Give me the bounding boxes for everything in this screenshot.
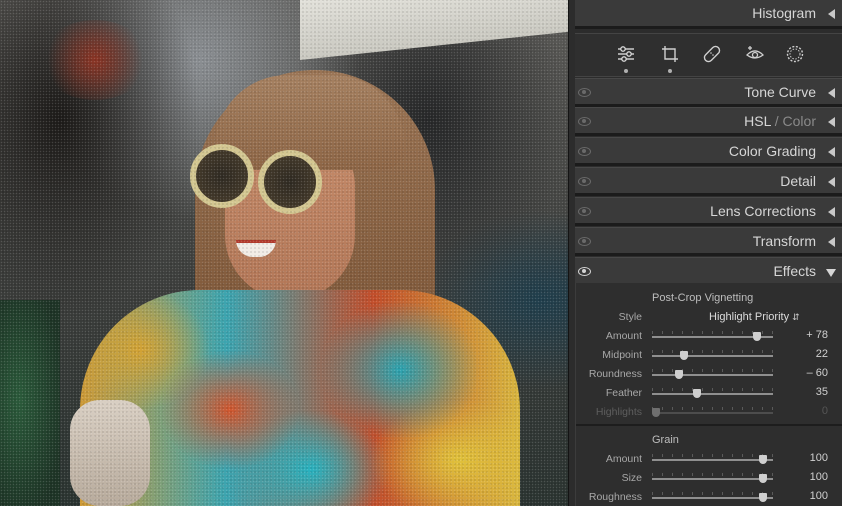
collapse-triangle-icon[interactable] [828,88,835,98]
vignette-feather-value[interactable]: 35 [788,386,828,398]
vignette-midpoint-label: Midpoint [602,349,642,361]
vignette-roundness-label: Roundness [588,368,642,380]
collapse-triangle-icon[interactable] [828,237,835,247]
grain-amount-value[interactable]: 100 [788,452,828,464]
vignette-highlights-ticks [652,407,773,410]
active-dot [668,69,672,73]
photo-preview[interactable] [0,0,568,506]
sliders-icon[interactable] [616,44,636,73]
vignette-midpoint-slider-thumb[interactable] [680,351,689,360]
panel-header-hsl-color[interactable]: HSL / Color [575,107,842,133]
grain-size-ticks [652,473,773,476]
divider [575,26,842,29]
active-dot [624,69,628,73]
panel-title-detail: Detail [780,173,816,189]
vignette-roundness-slider[interactable] [652,374,773,376]
vignette-feather-ticks [652,388,773,391]
grain-amount-slider-thumb[interactable] [759,455,768,464]
hsl-label[interactable]: HSL [744,113,771,129]
vignette-roundness-value[interactable]: – 60 [788,367,828,379]
vignette-roundness-ticks [652,369,773,372]
photo-grain-overlay [0,0,568,506]
vignette-style-select[interactable]: Highlight Priority ⇵ [709,311,800,323]
grain-roughness-label: Roughness [588,491,642,503]
vignette-highlights-label: Highlights [595,406,642,418]
panel-title-transform: Transform [752,233,816,249]
style-label: Style [618,311,642,323]
grain-roughness-ticks [652,492,773,495]
grain-size-label: Size [621,472,642,484]
panel-header-transform[interactable]: Transform [575,227,842,253]
masking-icon[interactable] [785,44,805,64]
panel-header-tone-curve[interactable]: Tone Curve [575,78,842,104]
vignette-highlights-slider-thumb[interactable] [652,408,660,417]
vignette-highlights-slider[interactable] [652,412,773,414]
vignette-highlights-value[interactable]: 0 [788,405,828,417]
healing-icon[interactable] [702,44,722,64]
expand-triangle-icon[interactable] [826,269,836,277]
vignette-amount-slider-thumb[interactable] [752,332,761,341]
divider [575,223,842,226]
updown-arrows-icon: ⇵ [792,312,800,322]
divider [575,253,842,256]
vignette-amount-label: Amount [605,330,642,342]
grain-roughness-value[interactable]: 100 [788,490,828,502]
vignette-midpoint-ticks [652,350,773,353]
eye-icon[interactable] [578,177,591,186]
eye-icon[interactable] [578,147,591,156]
grain-size-value[interactable]: 100 [788,471,828,483]
eye-icon[interactable] [578,117,591,126]
panel-header-histogram[interactable]: Histogram [575,0,842,26]
grain-amount-label: Amount [605,453,642,465]
panel-header-effects[interactable]: Effects [575,257,842,283]
hsl-separator: / [770,113,783,129]
vignette-style-value: Highlight Priority [709,311,790,323]
eye-icon[interactable] [578,207,591,216]
divider [576,424,842,426]
grain-size-slider[interactable] [652,478,773,480]
grain-amount-slider[interactable] [652,459,773,461]
crop-icon[interactable] [660,44,680,73]
panel-title-lens-corrections: Lens Corrections [710,203,816,219]
vignette-feather-slider-thumb[interactable] [692,389,701,398]
panel-header-lens-corrections[interactable]: Lens Corrections [575,197,842,223]
panel-title-effects: Effects [773,263,816,279]
divider [575,163,842,166]
grain-size-slider-thumb[interactable] [759,474,768,483]
grain-title: Grain [652,434,679,446]
vignette-amount-value[interactable]: + 78 [788,329,828,341]
collapse-triangle-icon[interactable] [828,117,835,127]
eye-icon[interactable] [578,88,591,97]
panel-header-detail[interactable]: Detail [575,167,842,193]
grain-roughness-slider-thumb[interactable] [759,493,768,502]
panel-title-hsl-color: HSL / Color [744,113,816,129]
eye-icon[interactable] [578,237,591,246]
panel-title-tone-curve: Tone Curve [744,84,816,100]
vignette-roundness-slider-thumb[interactable] [674,370,683,379]
color-label[interactable]: Color [783,113,816,129]
vignette-feather-slider[interactable] [652,393,773,395]
divider [575,133,842,136]
vignette-midpoint-slider[interactable] [652,355,773,357]
vignette-feather-label: Feather [605,387,642,399]
red-eye-icon[interactable] [745,44,765,64]
collapse-triangle-icon[interactable] [828,207,835,217]
panel-header-color-grading[interactable]: Color Grading [575,137,842,163]
post-crop-vignetting-title: Post-Crop Vignetting [652,292,754,304]
tool-strip [575,33,842,77]
eye-icon[interactable] [578,267,591,276]
collapse-triangle-icon[interactable] [828,147,835,157]
grain-amount-ticks [652,454,773,457]
collapse-triangle-icon[interactable] [828,177,835,187]
grain-roughness-slider[interactable] [652,497,773,499]
panel-title-color-grading: Color Grading [728,143,816,159]
divider [575,193,842,196]
panel-title-histogram: Histogram [752,5,816,21]
vignette-midpoint-value[interactable]: 22 [788,348,828,360]
collapse-triangle-icon[interactable] [828,9,835,19]
